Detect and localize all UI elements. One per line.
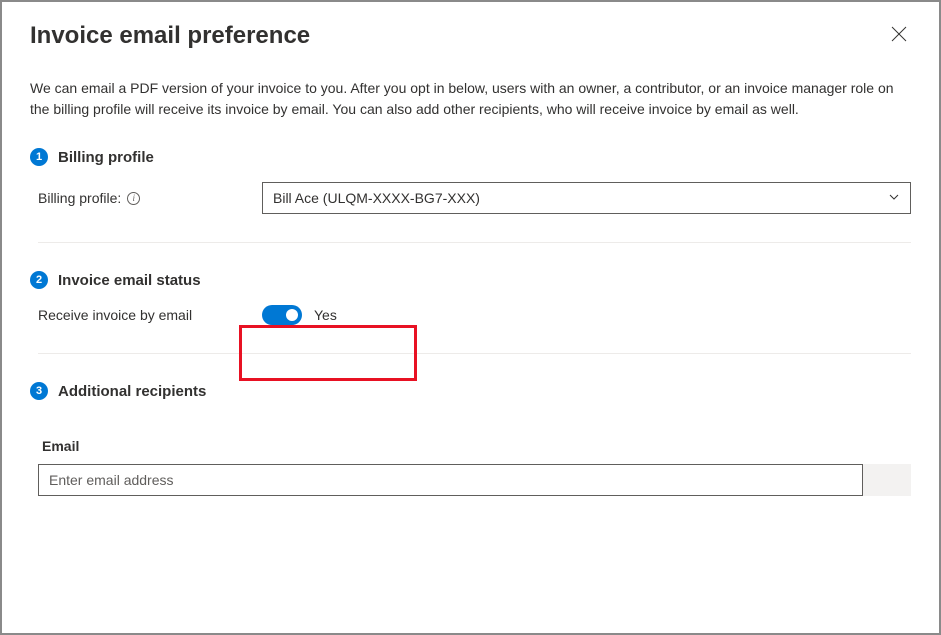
billing-profile-dropdown-button[interactable]: Bill Ace (ULQM-XXXX-BG7-XXX) — [262, 182, 911, 214]
info-icon[interactable]: i — [127, 192, 140, 205]
additional-recipients-title: Additional recipients — [58, 383, 206, 400]
email-input[interactable] — [38, 464, 863, 496]
toggle-state-text: Yes — [314, 307, 337, 323]
billing-profile-dropdown-value: Bill Ace (ULQM-XXXX-BG7-XXX) — [273, 190, 480, 206]
email-label: Email — [38, 438, 911, 454]
page-title: Invoice email preference — [30, 22, 310, 50]
billing-profile-dropdown[interactable]: Bill Ace (ULQM-XXXX-BG7-XXX) — [262, 182, 911, 214]
step-number-2: 2 — [30, 271, 48, 289]
description-text: We can email a PDF version of your invoi… — [30, 78, 911, 120]
billing-profile-title: Billing profile — [58, 149, 154, 166]
additional-recipients-section: 3 Additional recipients Email — [30, 382, 911, 496]
toggle-knob — [286, 309, 298, 321]
close-icon — [891, 26, 907, 46]
step-number-1: 1 — [30, 148, 48, 166]
divider — [38, 353, 911, 354]
invoice-email-status-section: 2 Invoice email status Receive invoice b… — [30, 271, 911, 325]
step-number-3: 3 — [30, 382, 48, 400]
close-button[interactable] — [887, 22, 911, 49]
receive-invoice-toggle[interactable] — [262, 305, 302, 325]
chevron-down-icon — [888, 190, 900, 206]
divider — [38, 242, 911, 243]
billing-profile-label: Billing profile: — [38, 190, 121, 206]
receive-invoice-label: Receive invoice by email — [30, 307, 262, 323]
invoice-email-status-title: Invoice email status — [58, 272, 201, 289]
billing-profile-section: 1 Billing profile Billing profile: i Bil… — [30, 148, 911, 214]
